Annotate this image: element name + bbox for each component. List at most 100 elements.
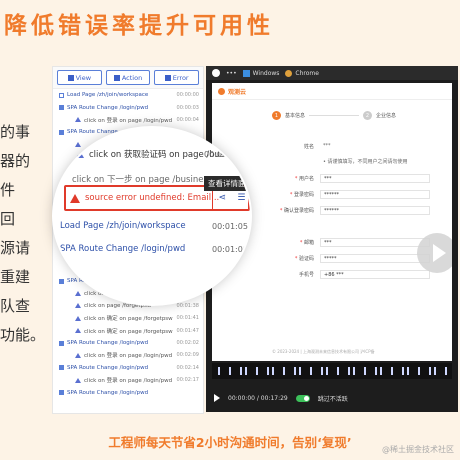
form-row: • 请谨慎填写，不同用户之间请勿使用 [252,154,430,170]
form-field[interactable]: *** [320,237,430,247]
detail-tooltip: 查看详情面板 [204,176,250,191]
form-label: * 验证码 [252,255,320,262]
step-1-icon: 1 [272,111,281,120]
click-icon [75,352,81,358]
os-label: Windows [252,69,280,77]
timeline-tick [407,367,409,375]
filter-label: View [75,73,92,82]
filter-label: Action [121,73,143,82]
click-icon [75,142,81,148]
timeline-tick [391,367,393,375]
form-label: * 确认登录密码 [252,207,320,214]
event-row[interactable]: SPA Route Change /login/pwd [53,386,203,398]
form-label-text: 姓名 [303,143,314,150]
check-icon [67,74,74,81]
form-label: 姓名 [252,143,320,150]
click-icon [75,377,81,383]
filter-view-checkbox[interactable]: View [57,70,102,85]
zoom-row-text: SPA Route Change /login/pwd [60,244,186,254]
form-row: * 邮箱 *** [252,234,430,250]
step-label: 基本信息 [285,113,306,119]
timeline-tick [310,367,312,375]
windows-icon [242,69,250,77]
form-label-text: 用户名 [298,175,314,182]
event-timestamp: 00:02:09 [176,352,199,359]
route-icon [59,365,64,371]
brand-name: 观测云 [228,88,247,96]
timeline-tick [272,367,274,375]
event-row[interactable]: SPA Route Change /login/pwd 00:02:14 [53,362,203,374]
time-display: 00:00:00 / 00:17:29 [228,394,288,402]
play-icon[interactable] [214,394,220,402]
left-line: 的事 [0,123,31,141]
event-row[interactable]: click on 登录 on page /login/pwd 00:00:04 [53,114,203,126]
filter-error-checkbox[interactable]: Error [154,70,200,85]
left-line: 件 [0,181,16,199]
event-row[interactable]: click on 确定 on page /forgetpsw 00:01:41 [53,312,203,324]
filter-action-checkbox[interactable]: Action [105,70,151,85]
left-line: 源请 [0,239,31,257]
timeline-tick [353,367,355,375]
timeline-tick [434,367,436,375]
filter-label: Error [172,73,189,82]
page-icon [59,92,64,98]
event-text: click on page /forgetpsw [84,302,152,309]
step-label: 企业信息 [376,113,397,119]
form-label-text: 确认登录密码 [283,207,314,214]
form-label: * 邮箱 [252,239,320,246]
left-description: 的事 器的 件 回 源请 重建 队查 功能。 [0,118,48,350]
click-icon [75,303,81,309]
play-overlay-icon[interactable] [417,233,452,273]
event-row[interactable]: click on 登录 on page /login/pwd 00:02:09 [53,349,203,361]
timeline-tick [380,367,382,375]
form-field[interactable]: ****** [320,205,430,215]
form-field[interactable]: *** [320,173,430,183]
timeline-tick [348,367,350,375]
share-icon[interactable]: ⋖ [219,193,227,203]
left-line: 队查 [0,297,31,315]
more-icon[interactable]: ••• [226,70,237,77]
event-row[interactable]: SPA Route Change /login/pwd 00:02:02 [53,337,203,349]
form-row: 手机号 +86 *** [252,266,430,282]
click-icon [75,117,81,123]
form-field[interactable]: ****** [320,189,430,199]
zoom-row-timestamp: 00:00:38 [204,149,240,159]
event-text: SPA Route Change /login/pwd [67,364,149,371]
event-text: click on 确定 on page /forgetpsw [84,316,173,323]
event-row[interactable]: SPA Route Change /login/pwd 00:00:03 [53,101,203,113]
form-label: * 登录密码 [252,191,320,198]
check-icon [113,74,120,81]
event-timestamp: 00:02:17 [176,377,199,384]
window-bar: ••• Windows Chrome [206,66,458,80]
event-timestamp: 00:01:41 [176,315,199,322]
watermark: @稀土掘金技术社区 [382,445,454,454]
form-field[interactable]: +86 *** [320,269,430,279]
timeline-tick [321,367,323,375]
form-label: 手机号 [252,271,320,278]
click-icon [75,315,81,321]
form-row [252,218,430,234]
event-row[interactable]: click on 确定 on page /forgetpsw 00:01:47 [53,324,203,336]
timeline-tick [429,367,431,375]
timeline-track[interactable] [212,363,452,379]
event-timestamp: 00:02:02 [176,340,199,346]
event-text: Load Page /zh/join/workspace [67,92,149,99]
zoom-row[interactable]: Load Page /zh/join/workspace 00:01:05 [60,221,250,231]
event-row[interactable]: click on 登录 on page /login/pwd 00:02:17 [53,374,203,386]
timeline-tick [256,367,258,375]
event-text: click on 登录 on page /login/pwd [84,117,173,124]
form-field: *** [323,142,331,149]
skip-inactive-toggle[interactable] [295,394,310,402]
zoom-row[interactable]: SPA Route Change /login/pwd 00:01:09 [60,244,250,254]
zoom-row[interactable]: click on 获取验证码 on page /busin... 00:00:3… [76,148,250,160]
form-field: • 请谨慎填写，不同用户之间请勿使用 [323,158,408,165]
skip-inactive-label: 跳过不活跃 [317,395,348,403]
event-text: SPA Route Change /login/pwd [67,104,149,111]
warning-icon [70,194,80,203]
form-field[interactable]: ***** [320,253,430,263]
timeline-tick [337,367,339,375]
timeline-tick [245,367,247,375]
route-icon [59,278,64,284]
event-row[interactable]: Load Page /zh/join/workspace 00:00:00 [53,89,203,101]
detail-icon[interactable]: ☰ [237,193,245,203]
